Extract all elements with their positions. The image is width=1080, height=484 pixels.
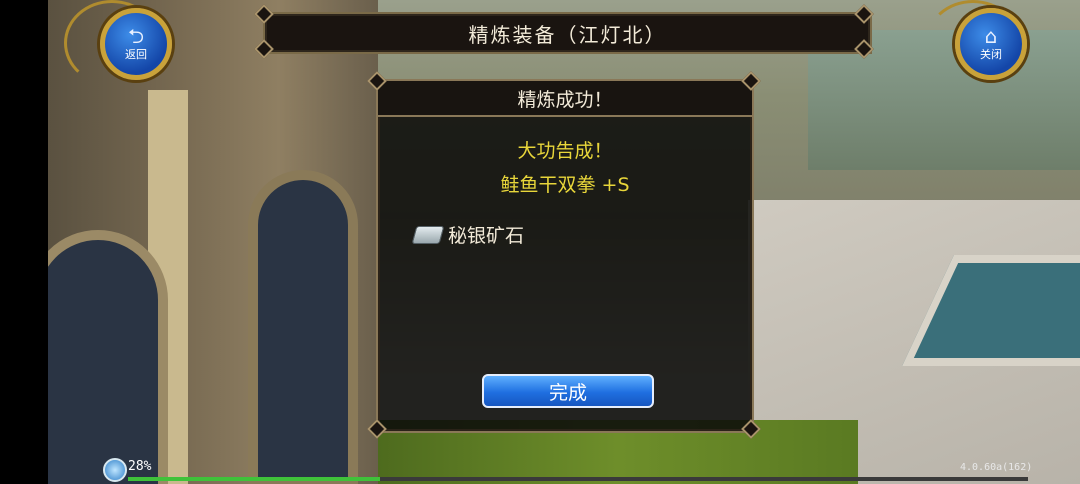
close-button[interactable]: ⌂ 关闭: [955, 8, 1027, 80]
dialog-title: 精炼成功！: [517, 88, 613, 111]
done-button-label: 完成: [548, 381, 587, 404]
arched-window-left: [48, 230, 168, 484]
return-arrow-icon: ⮌: [127, 24, 145, 48]
mithril-ore-icon: [411, 225, 445, 244]
arched-window-right: [248, 170, 358, 484]
dialog-header: 精炼成功！: [378, 81, 752, 117]
close-button-label: 关闭: [980, 48, 1002, 61]
page-title-bar: 精炼装备（江灯北）: [263, 12, 872, 54]
material-item: 秘银矿石: [411, 221, 525, 248]
download-status-icon: [103, 458, 127, 482]
refine-result-dialog: 精炼成功！ 大功告成！ 鲑鱼干双拳 +S 秘银矿石 完成: [376, 79, 754, 433]
item-result-name: 鲑鱼干双拳 +S: [500, 174, 630, 196]
back-button[interactable]: ⮌ 返回: [100, 8, 172, 80]
back-button-label: 返回: [125, 48, 147, 61]
material-label: 秘银矿石: [448, 225, 525, 247]
success-message: 大功告成！: [517, 140, 613, 162]
done-button[interactable]: 完成: [482, 374, 654, 408]
progress-bar-fill: [128, 477, 380, 481]
page-title: 精炼装备（江灯北）: [468, 22, 667, 47]
progress-bar: [128, 477, 1028, 481]
progress-percent: 28%: [128, 459, 152, 474]
home-icon: ⌂: [984, 24, 998, 48]
version-label: 4.0.60a(162): [960, 462, 1033, 473]
